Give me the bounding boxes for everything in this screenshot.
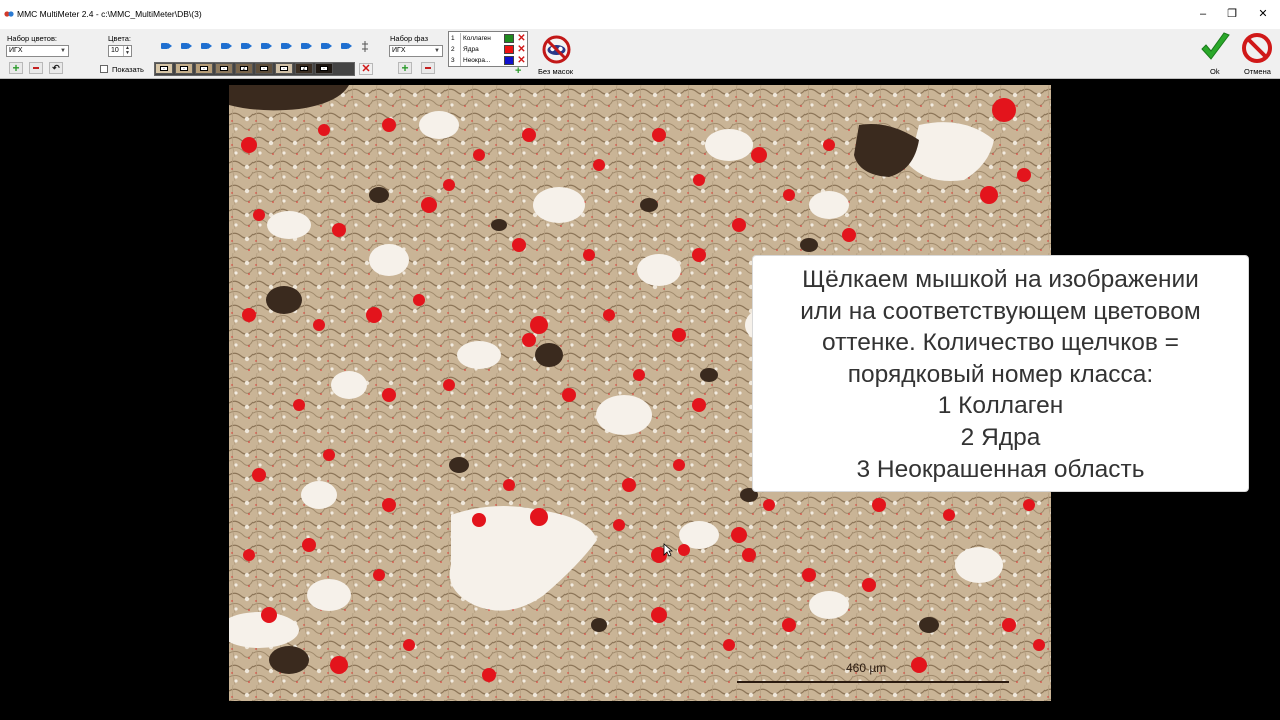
phase-row[interactable]: 1 Коллаген ✕ [449,33,529,44]
colors-value: 10 [111,47,119,54]
phase-color-swatch[interactable] [504,56,514,65]
phase-name: Ядра [463,46,479,53]
remove-palette-button[interactable] [29,62,43,74]
phase-color-swatch[interactable] [504,34,514,43]
phase-color-swatch[interactable] [504,45,514,54]
cancel-icon[interactable] [1242,33,1272,63]
plus-icon: + [401,61,409,75]
minimize-button[interactable]: – [1193,6,1213,22]
scale-bar-label: 460 µm [846,661,887,675]
threshold-marker[interactable] [281,43,292,49]
add-palette-button[interactable]: + [9,61,23,75]
caption-line: 2 Ядра [960,423,1041,451]
color-swatch[interactable]: - [155,63,173,74]
color-swatch[interactable]: - [255,63,273,74]
no-masks-label: Без масок [538,67,574,76]
slider-end-icon[interactable] [361,41,369,52]
app-icon [4,11,14,17]
colors-spinner[interactable]: 10 ▲ ▼ [108,45,132,57]
color-swatch[interactable]: - [215,63,233,74]
chevron-down-icon: ▼ [434,48,440,54]
app-window: MMC MultiMeter 2.4 - c:\MMC_MultiMeter\D… [0,0,1280,720]
color-swatch[interactable]: - [195,63,213,74]
undo-button[interactable]: ↶ [49,62,63,74]
show-label: Показать [112,65,144,74]
caption-line: оттенке. Количество щелчков = [822,329,1179,357]
delete-phase-icon[interactable]: ✕ [516,33,527,44]
phase-row[interactable]: 2 Ядра ✕ [449,44,529,55]
mouse-pointer-icon [663,543,673,557]
threshold-marker[interactable] [181,43,192,49]
caption-line: порядковый номер класса: [847,360,1154,388]
delete-phase-icon[interactable]: ✕ [516,44,527,55]
title-bar: MMC MultiMeter 2.4 - c:\MMC_MultiMeter\D… [0,0,1280,29]
color-swatch[interactable]: 2 [235,63,253,74]
phase-number: 3 [451,57,455,64]
clear-colors-button[interactable]: ✕ [359,63,373,75]
colors-label: Цвета: [108,34,131,43]
ok-checkmark-icon[interactable] [1200,32,1231,64]
minus-icon [425,67,431,69]
caption-line: Щёлкаем мышкой на изображении [802,266,1199,293]
caption-line: 1 Коллаген [937,392,1064,420]
threshold-marker[interactable] [161,43,172,49]
caption-line: или на соответствующем цветовом [800,297,1201,325]
phase-set-label: Набор фаз [390,34,429,43]
remove-phase-button[interactable] [421,62,435,74]
add-phase-button[interactable]: + [398,61,412,75]
threshold-marker[interactable] [341,43,352,49]
palette-set-select[interactable]: ИГХ ▼ [6,45,69,57]
instruction-caption: Щёлкаем мышкой на изображении или на соо… [752,255,1249,492]
palette-set-label: Набор цветов: [7,34,58,43]
color-swatch[interactable]: - [315,63,333,74]
no-masks-icon[interactable] [541,35,572,64]
undo-icon: ↶ [52,63,60,73]
show-checkbox[interactable] [100,65,108,73]
add-row-icon[interactable]: + [515,66,521,77]
phase-set-select[interactable]: ИГХ ▼ [389,45,443,57]
color-swatch[interactable]: - [275,63,293,74]
threshold-marker[interactable] [261,43,272,49]
close-button[interactable]: ✕ [1253,6,1273,22]
scale-bar [737,681,1009,683]
cancel-label[interactable]: Отмена [1244,67,1271,76]
plus-icon: + [12,61,20,75]
phase-table: 1 Коллаген ✕ 2 Ядра ✕ 3 Неокра... ✕ [448,31,528,67]
phase-set-value: ИГХ [392,47,406,54]
window-title: MMC MultiMeter 2.4 - c:\MMC_MultiMeter\D… [17,9,202,19]
close-icon: ✕ [361,63,371,75]
phase-name: Неокра... [463,57,491,64]
threshold-marker[interactable] [301,43,312,49]
restore-button[interactable]: ❐ [1222,6,1242,22]
threshold-marker[interactable] [321,43,332,49]
chevron-down-icon: ▼ [60,48,66,54]
color-swatch[interactable]: - [175,63,193,74]
phase-number: 1 [451,35,455,42]
spinner-arrows-icon[interactable]: ▲ ▼ [123,46,131,56]
minus-icon [33,67,39,69]
toolbar: Набор цветов: ИГХ ▼ Цвета: 10 ▲ ▼ + ↶ Пок… [0,29,1280,79]
threshold-marker[interactable] [201,43,212,49]
phase-name: Коллаген [463,35,491,42]
ok-label[interactable]: Ok [1210,67,1220,76]
phase-number: 2 [451,46,455,53]
palette-set-value: ИГХ [9,47,23,54]
caption-line: 3 Неокрашенная область [856,455,1145,483]
threshold-marker[interactable] [241,43,252,49]
color-swatch[interactable]: 2 [295,63,313,74]
threshold-marker[interactable] [221,43,232,49]
